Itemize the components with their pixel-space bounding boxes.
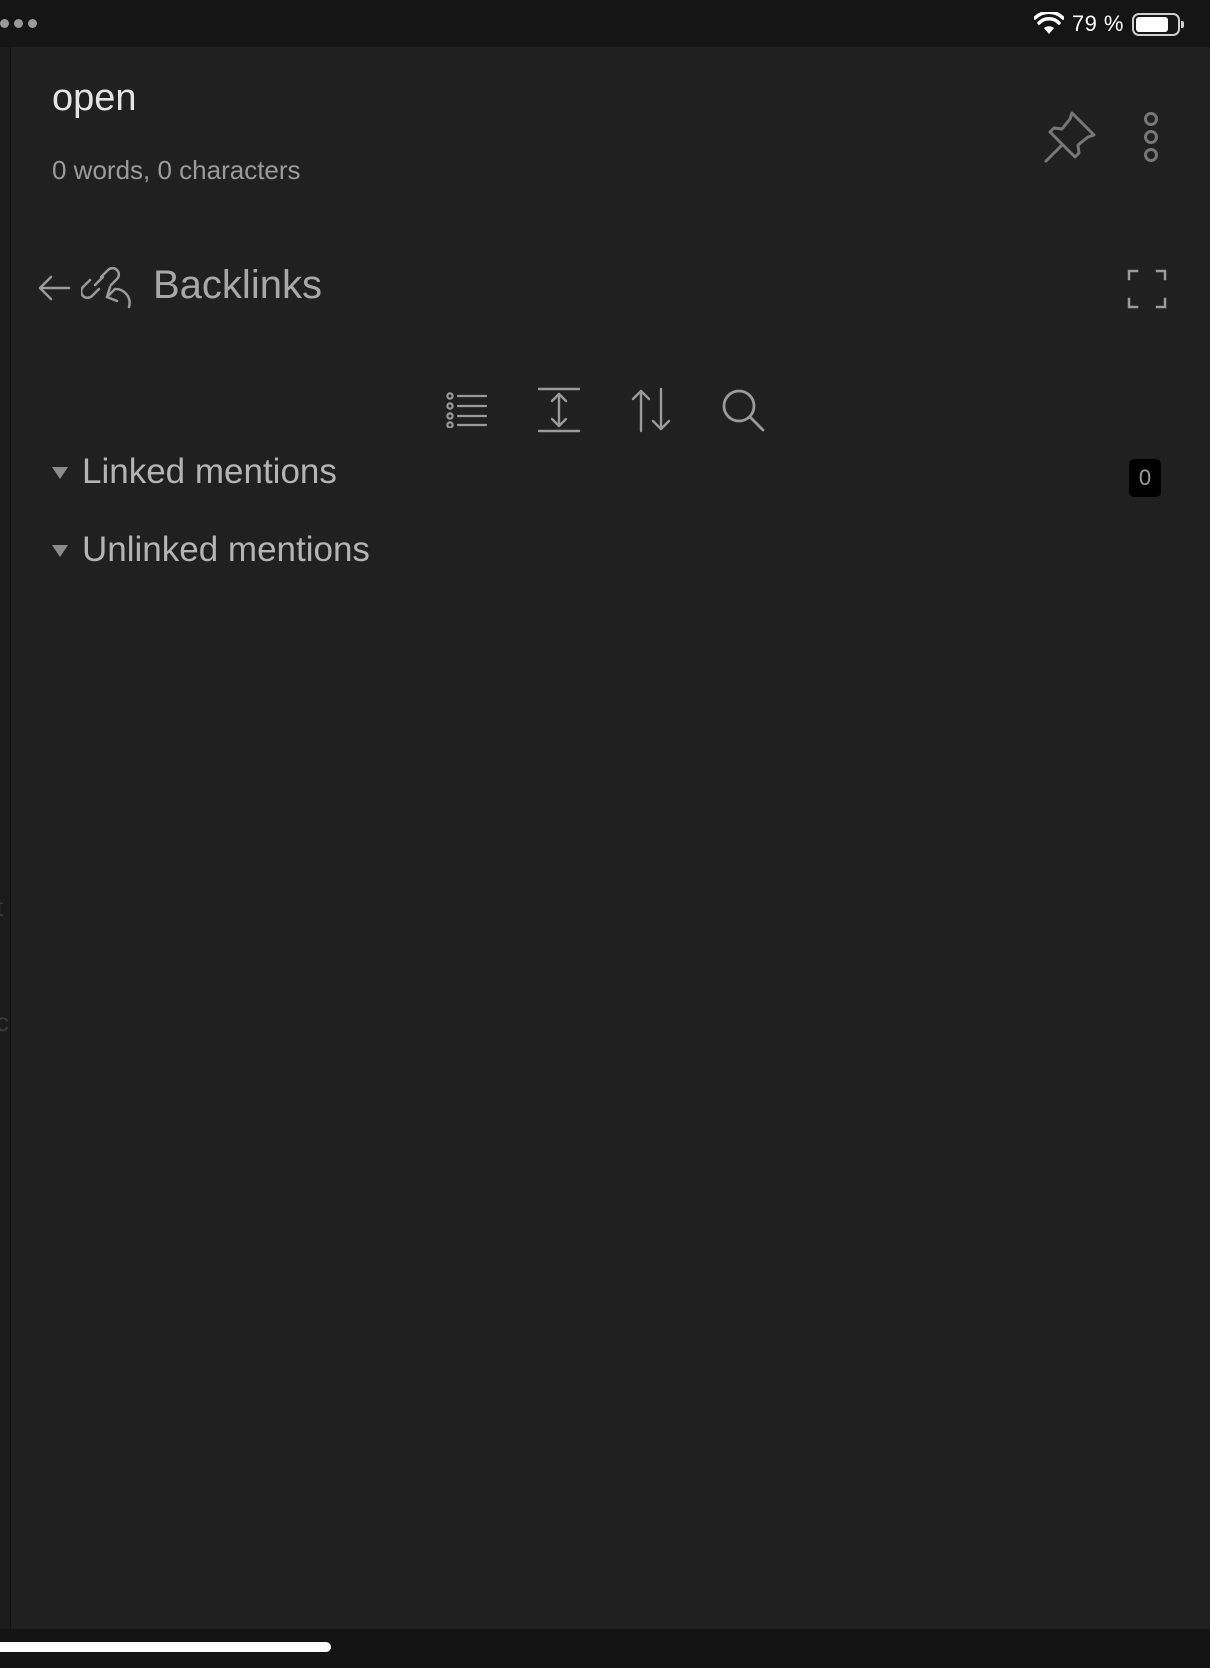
sort-icon: [631, 387, 671, 433]
more-options-button[interactable]: [1131, 109, 1171, 165]
unlinked-mentions-header[interactable]: Unlinked mentions: [52, 530, 370, 570]
back-button[interactable]: [33, 267, 75, 309]
search-icon: [722, 389, 765, 432]
show-more-context-button[interactable]: [536, 385, 582, 435]
battery-icon: [1132, 12, 1184, 36]
status-bar: 79 %: [0, 0, 1210, 47]
collapse-results-button[interactable]: [444, 385, 490, 435]
collapse-caret-icon: [52, 467, 68, 479]
list-icon: [446, 392, 488, 428]
pin-icon: [1044, 111, 1096, 163]
linked-mentions-label: Linked mentions: [82, 452, 337, 491]
unlinked-mentions-label: Unlinked mentions: [82, 530, 370, 569]
battery-percent: 79 %: [1071, 11, 1124, 36]
left-pane-edge[interactable]: t c: [0, 47, 11, 1629]
expand-height-icon: [537, 387, 581, 433]
backlinks-toolbar: [444, 385, 766, 435]
wifi-icon: [1033, 12, 1064, 34]
more-vertical-icon: [1144, 112, 1158, 162]
note-stats: 0 words, 0 characters: [52, 155, 301, 185]
note-title: open: [52, 77, 137, 119]
status-indicators: 79 %: [1033, 10, 1184, 38]
backlinks-icon: [81, 266, 131, 309]
search-button[interactable]: [720, 385, 766, 435]
pin-button[interactable]: [1040, 107, 1100, 167]
collapse-caret-icon: [52, 545, 68, 557]
multitask-dots-icon[interactable]: [0, 19, 37, 28]
back-arrow-icon: [38, 275, 71, 301]
home-indicator[interactable]: [0, 1642, 331, 1652]
background-text-fragment: t: [0, 892, 3, 923]
linked-mentions-header[interactable]: Linked mentions: [52, 452, 337, 492]
panel-title: Backlinks: [153, 263, 322, 307]
linked-mentions-count: 0: [1129, 459, 1161, 497]
background-text-fragment: c: [0, 1007, 9, 1037]
backlinks-pane: open 0 words, 0 characters Backlinks Lin…: [11, 47, 1210, 1629]
expand-icon: [1127, 269, 1167, 309]
sort-button[interactable]: [628, 385, 674, 435]
expand-pane-button[interactable]: [1121, 263, 1173, 315]
